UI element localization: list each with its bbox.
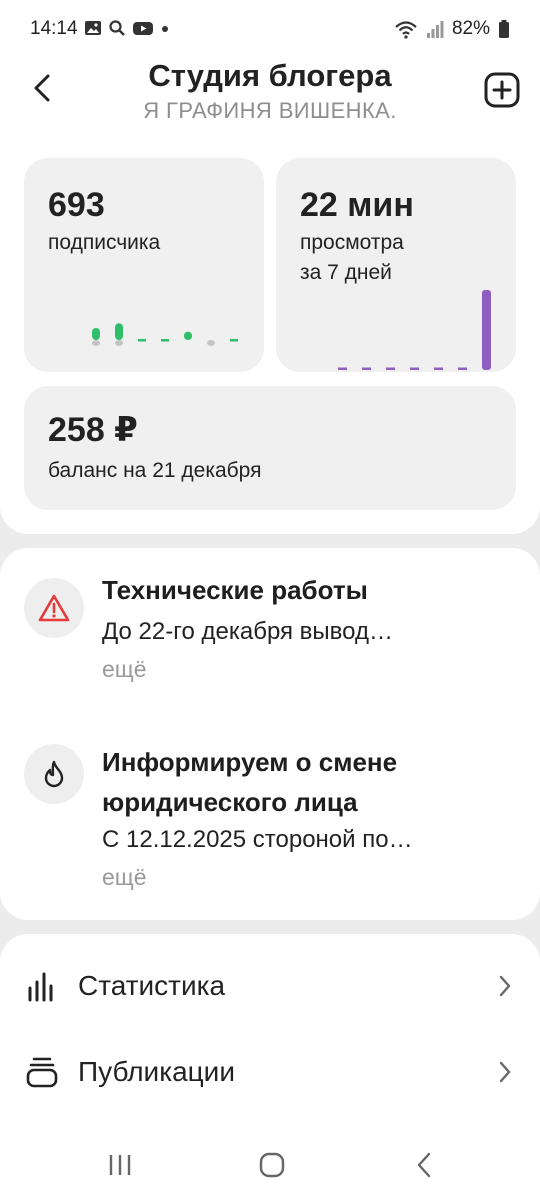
- status-bar: 14:14 82%: [0, 0, 540, 58]
- menu-sheet: Статистика Публикации: [0, 934, 540, 1134]
- views-bar-chart: [338, 290, 491, 370]
- balance-value: 258 ₽: [48, 411, 138, 449]
- status-system-icons: 82%: [394, 18, 510, 40]
- search-icon: [109, 20, 125, 36]
- views-zero-mark: [434, 367, 443, 370]
- publications-icon: [26, 1057, 58, 1088]
- menu-item-publications[interactable]: Публикации: [0, 1032, 540, 1112]
- add-square-icon: [484, 72, 520, 108]
- wifi-icon: [395, 21, 417, 39]
- views-label-line1: просмотра: [300, 231, 404, 254]
- views-card[interactable]: 22 мин просмотра за 7 дней: [276, 158, 516, 372]
- views-zero-mark: [386, 367, 395, 370]
- gallery-icon: [85, 21, 101, 35]
- notice-more-link[interactable]: ещё: [102, 864, 147, 891]
- recent-apps-button[interactable]: [102, 1150, 138, 1180]
- menu-label: Статистика: [78, 970, 226, 1001]
- balance-card[interactable]: 258 ₽ баланс на 21 декабря: [24, 386, 516, 510]
- notices-sheet: Технические работы До 22-го декабря выво…: [0, 548, 540, 920]
- home-button[interactable]: [254, 1150, 290, 1180]
- chevron-right-icon: [499, 975, 511, 997]
- signal-icon: [426, 21, 444, 38]
- spark-down-bar: [115, 340, 123, 346]
- chevron-right-icon: [499, 1061, 511, 1083]
- top-sheet: Студия блогера Я ГРАФИНЯ ВИШЕНКА. 693 по…: [0, 58, 540, 534]
- notice-title-line2: юридического лица: [102, 787, 358, 817]
- balance-label: баланс на 21 декабря: [48, 459, 262, 482]
- notice-more-link[interactable]: ещё: [102, 656, 147, 683]
- flame-icon: [44, 760, 64, 788]
- add-button[interactable]: [484, 72, 520, 108]
- subscribers-sparkline: [92, 323, 238, 346]
- views-zero-mark: [410, 367, 419, 370]
- notice-icon-circle: [24, 744, 84, 804]
- menu-item-statistics[interactable]: Статистика: [0, 946, 540, 1026]
- spark-zero-mark: [230, 339, 238, 342]
- notice-text: До 22-го декабря вывод…: [102, 618, 393, 645]
- page-title: Студия блогера: [148, 58, 392, 93]
- spark-up-bar: [92, 328, 100, 340]
- notice-text: С 12.12.2025 стороной по…: [102, 826, 413, 853]
- youtube-icon: [133, 22, 153, 35]
- system-nav-bar: [0, 1134, 540, 1200]
- notice-title-line1: Информируем о смене: [102, 747, 398, 777]
- warning-icon: [38, 594, 70, 622]
- spark-zero-mark: [161, 339, 169, 342]
- dot-icon: [162, 26, 168, 32]
- spark-zero-mark: [138, 339, 146, 342]
- battery-percent: 82%: [451, 18, 490, 39]
- spark-up-bar: [184, 331, 192, 340]
- views-zero-mark: [338, 367, 347, 370]
- views-bar: [482, 290, 491, 370]
- notice-title: Технические работы: [102, 575, 368, 605]
- status-notification-icons: [84, 19, 170, 37]
- home-icon: [259, 1152, 285, 1178]
- recent-apps-icon: [109, 1155, 131, 1175]
- subscribers-label: подписчика: [48, 231, 161, 254]
- views-label-line2: за 7 дней: [300, 261, 392, 284]
- bar-chart-icon: [28, 972, 53, 1002]
- system-back-button[interactable]: [406, 1150, 442, 1180]
- spark-down-bar: [207, 340, 215, 346]
- views-zero-mark: [362, 367, 371, 370]
- spark-down-bar: [92, 340, 100, 346]
- system-back-icon: [417, 1152, 431, 1178]
- subscribers-card[interactable]: 693 подписчика: [24, 158, 264, 372]
- menu-label: Публикации: [78, 1056, 235, 1087]
- views-zero-mark: [458, 367, 467, 370]
- battery-icon: [499, 20, 509, 38]
- channel-name: Я ГРАФИНЯ ВИШЕНКА.: [143, 98, 397, 123]
- spark-up-bar: [115, 323, 123, 340]
- subscribers-count: 693: [48, 186, 105, 224]
- views-value: 22 мин: [300, 186, 414, 224]
- notice-icon-circle: [24, 578, 84, 638]
- status-time: 14:14: [30, 18, 78, 39]
